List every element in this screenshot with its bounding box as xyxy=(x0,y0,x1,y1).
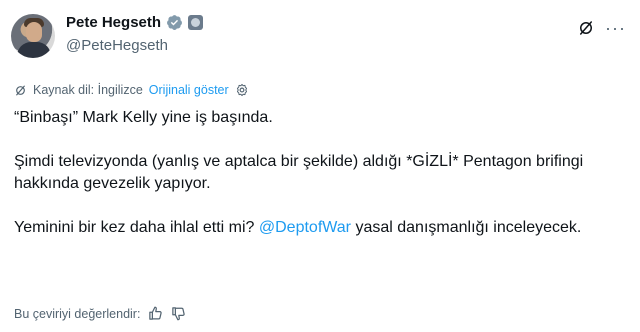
mention-link[interactable]: @DeptofWar xyxy=(259,219,351,236)
translate-icon xyxy=(16,85,25,95)
tweet-text: “Binbaşı” Mark Kelly yine iş başında. Şi… xyxy=(14,107,626,261)
more-button[interactable]: ··· xyxy=(605,19,626,37)
show-original-link[interactable]: Orijinali göster xyxy=(149,83,229,97)
tweet-paragraph-1: “Binbaşı” Mark Kelly yine iş başında. xyxy=(14,109,273,126)
grok-button[interactable] xyxy=(577,19,595,37)
display-name[interactable]: Pete Hegseth xyxy=(66,14,161,31)
tweet-paragraph-3: Yeminini bir kez daha ihlal etti mi? @De… xyxy=(14,217,626,239)
rate-translation-label: Bu çeviriyi değerlendir: xyxy=(14,306,141,321)
rate-translation: Bu çeviriyi değerlendir: xyxy=(14,306,186,321)
avatar-face xyxy=(26,22,42,42)
thumbs-down-button[interactable] xyxy=(171,306,186,321)
tweet-text-fragment: Yeminini bir kez daha ihlal etti mi? xyxy=(14,219,259,236)
avatar[interactable] xyxy=(11,14,55,58)
source-language-label: Kaynak dil: İngilizce xyxy=(33,83,143,97)
translation-info: Kaynak dil: İngilizce Orijinali göster xyxy=(14,83,249,97)
thumbs-up-icon xyxy=(149,306,163,320)
grok-icon xyxy=(580,21,593,35)
thumbs-down-icon xyxy=(172,307,186,321)
verified-badge-icon[interactable] xyxy=(166,14,183,31)
avatar-suit xyxy=(17,42,51,58)
tweet-paragraph-2: Şimdi televizyonda (yanlış ve aptalca bi… xyxy=(14,153,584,192)
author-name-row: Pete Hegseth xyxy=(66,14,204,31)
author-handle[interactable]: @PeteHegseth xyxy=(66,37,168,54)
agency-badge-icon[interactable] xyxy=(188,15,204,30)
top-actions: ··· xyxy=(577,19,626,37)
settings-icon[interactable] xyxy=(235,83,249,97)
thumbs-up-button[interactable] xyxy=(148,306,163,321)
tweet-text-fragment: yasal danışmanlığı inceleyecek. xyxy=(351,219,582,236)
more-icon: ··· xyxy=(605,18,626,38)
